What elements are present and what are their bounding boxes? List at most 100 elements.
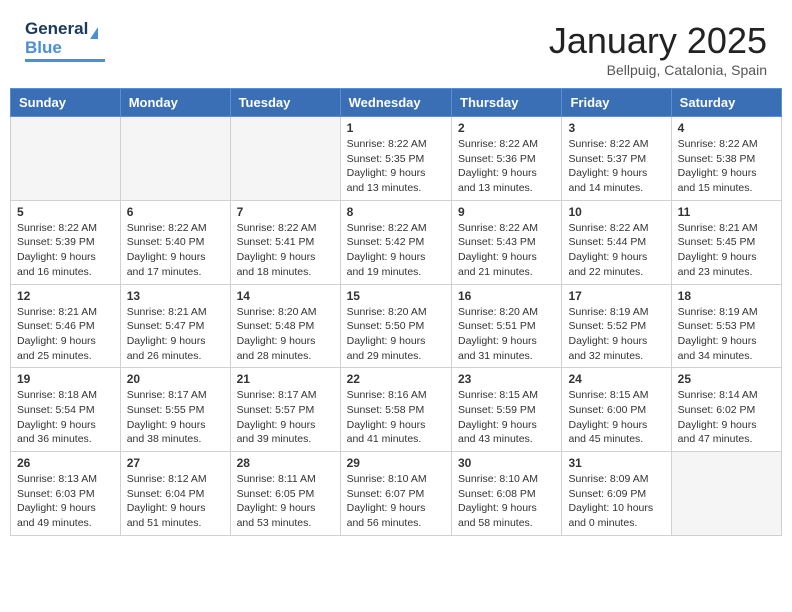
day-cell-30: 30 Sunrise: 8:10 AMSunset: 6:08 PMDayligh…	[452, 452, 562, 536]
day-info-4: Sunrise: 8:22 AMSunset: 5:38 PMDaylight:…	[678, 137, 775, 196]
day-info-24: Sunrise: 8:15 AMSunset: 6:00 PMDaylight:…	[568, 388, 664, 447]
day-number-9: 9	[458, 205, 555, 219]
day-cell-22: 22Sunrise: 8:16 AMSunset: 5:58 PMDayligh…	[340, 368, 451, 452]
day-number-21: 21	[237, 372, 334, 386]
day-cell-17: 17 Sunrise: 8:19 AMSunset: 5:52 PMDayligh…	[562, 284, 671, 368]
empty-cell	[671, 452, 781, 536]
day-cell-26: 26 Sunrise: 8:13 AMSunset: 6:03 PMDayligh…	[11, 452, 121, 536]
day-info-10: Sunrise: 8:22 AMSunset: 5:44 PMDaylight:…	[568, 221, 664, 280]
day-cell-2: 2Sunrise: 8:22 AMSunset: 5:36 PMDaylight…	[452, 117, 562, 201]
day-number-7: 7	[237, 205, 334, 219]
logo-bar	[25, 59, 105, 62]
day-cell-15: 15 Sunrise: 8:20 AMSunset: 5:50 PMDayligh…	[340, 284, 451, 368]
day-info-11: Sunrise: 8:21 AMSunset: 5:45 PMDaylight:…	[678, 221, 775, 280]
day-number-4: 4	[678, 121, 775, 135]
day-number-29: 29	[347, 456, 445, 470]
day-info-27: Sunrise: 8:12 AMSunset: 6:04 PMDaylight:…	[127, 472, 224, 531]
day-number-26: 26	[17, 456, 114, 470]
weekday-header-wednesday: Wednesday	[340, 89, 451, 117]
weekday-header-row: SundayMondayTuesdayWednesdayThursdayFrid…	[11, 89, 782, 117]
day-info-6: Sunrise: 8:22 AMSunset: 5:40 PMDaylight:…	[127, 221, 224, 280]
week-row-5: 26 Sunrise: 8:13 AMSunset: 6:03 PMDayligh…	[11, 452, 782, 536]
weekday-header-sunday: Sunday	[11, 89, 121, 117]
day-number-16: 16	[458, 289, 555, 303]
empty-cell	[11, 117, 121, 201]
week-row-3: 12Sunrise: 8:21 AMSunset: 5:46 PMDayligh…	[11, 284, 782, 368]
day-info-15: Sunrise: 8:20 AMSunset: 5:50 PMDaylight:…	[347, 305, 445, 364]
day-number-20: 20	[127, 372, 224, 386]
day-cell-12: 12Sunrise: 8:21 AMSunset: 5:46 PMDayligh…	[11, 284, 121, 368]
day-number-13: 13	[127, 289, 224, 303]
day-info-20: Sunrise: 8:17 AMSunset: 5:55 PMDaylight:…	[127, 388, 224, 447]
day-cell-24: 24 Sunrise: 8:15 AMSunset: 6:00 PMDayligh…	[562, 368, 671, 452]
day-info-21: Sunrise: 8:17 AMSunset: 5:57 PMDaylight:…	[237, 388, 334, 447]
day-number-14: 14	[237, 289, 334, 303]
day-number-17: 17	[568, 289, 664, 303]
day-cell-13: 13 Sunrise: 8:21 AMSunset: 5:47 PMDayligh…	[120, 284, 230, 368]
logo-blue-text: Blue	[25, 39, 105, 58]
title-block: January 2025 Bellpuig, Catalonia, Spain	[549, 20, 767, 78]
day-info-30: Sunrise: 8:10 AMSunset: 6:08 PMDaylight:…	[458, 472, 555, 531]
empty-cell	[230, 117, 340, 201]
month-title: January 2025	[549, 20, 767, 62]
day-number-19: 19	[17, 372, 114, 386]
day-cell-1: 1 Sunrise: 8:22 AMSunset: 5:35 PMDaylight…	[340, 117, 451, 201]
day-info-25: Sunrise: 8:14 AMSunset: 6:02 PMDaylight:…	[678, 388, 775, 447]
day-cell-21: 21 Sunrise: 8:17 AMSunset: 5:57 PMDayligh…	[230, 368, 340, 452]
day-cell-7: 7Sunrise: 8:22 AMSunset: 5:41 PMDaylight…	[230, 200, 340, 284]
location-subtitle: Bellpuig, Catalonia, Spain	[549, 62, 767, 78]
weekday-header-saturday: Saturday	[671, 89, 781, 117]
day-cell-28: 28Sunrise: 8:11 AMSunset: 6:05 PMDayligh…	[230, 452, 340, 536]
day-number-8: 8	[347, 205, 445, 219]
day-number-6: 6	[127, 205, 224, 219]
day-info-18: Sunrise: 8:19 AMSunset: 5:53 PMDaylight:…	[678, 305, 775, 364]
week-row-2: 5 Sunrise: 8:22 AMSunset: 5:39 PMDaylight…	[11, 200, 782, 284]
day-number-31: 31	[568, 456, 664, 470]
day-number-30: 30	[458, 456, 555, 470]
day-info-3: Sunrise: 8:22 AMSunset: 5:37 PMDaylight:…	[568, 137, 664, 196]
day-info-31: Sunrise: 8:09 AMSunset: 6:09 PMDaylight:…	[568, 472, 664, 531]
day-number-27: 27	[127, 456, 224, 470]
day-number-3: 3	[568, 121, 664, 135]
day-cell-23: 23 Sunrise: 8:15 AMSunset: 5:59 PMDayligh…	[452, 368, 562, 452]
day-info-19: Sunrise: 8:18 AMSunset: 5:54 PMDaylight:…	[17, 388, 114, 447]
day-cell-6: 6 Sunrise: 8:22 AMSunset: 5:40 PMDaylight…	[120, 200, 230, 284]
day-number-5: 5	[17, 205, 114, 219]
day-number-23: 23	[458, 372, 555, 386]
day-info-16: Sunrise: 8:20 AMSunset: 5:51 PMDaylight:…	[458, 305, 555, 364]
day-number-1: 1	[347, 121, 445, 135]
logo-general-text: General	[25, 20, 88, 39]
day-number-2: 2	[458, 121, 555, 135]
week-row-4: 19 Sunrise: 8:18 AMSunset: 5:54 PMDayligh…	[11, 368, 782, 452]
day-info-1: Sunrise: 8:22 AMSunset: 5:35 PMDaylight:…	[347, 137, 445, 196]
day-cell-14: 14Sunrise: 8:20 AMSunset: 5:48 PMDayligh…	[230, 284, 340, 368]
day-cell-19: 19 Sunrise: 8:18 AMSunset: 5:54 PMDayligh…	[11, 368, 121, 452]
logo: General Blue	[25, 20, 105, 65]
day-info-26: Sunrise: 8:13 AMSunset: 6:03 PMDaylight:…	[17, 472, 114, 531]
day-cell-25: 25Sunrise: 8:14 AMSunset: 6:02 PMDayligh…	[671, 368, 781, 452]
day-number-24: 24	[568, 372, 664, 386]
day-cell-18: 18Sunrise: 8:19 AMSunset: 5:53 PMDayligh…	[671, 284, 781, 368]
day-number-15: 15	[347, 289, 445, 303]
day-number-28: 28	[237, 456, 334, 470]
day-cell-31: 31 Sunrise: 8:09 AMSunset: 6:09 PMDayligh…	[562, 452, 671, 536]
day-number-10: 10	[568, 205, 664, 219]
week-row-1: 1 Sunrise: 8:22 AMSunset: 5:35 PMDaylight…	[11, 117, 782, 201]
calendar-table: SundayMondayTuesdayWednesdayThursdayFrid…	[10, 88, 782, 536]
day-info-13: Sunrise: 8:21 AMSunset: 5:47 PMDaylight:…	[127, 305, 224, 364]
day-cell-3: 3 Sunrise: 8:22 AMSunset: 5:37 PMDaylight…	[562, 117, 671, 201]
day-info-29: Sunrise: 8:10 AMSunset: 6:07 PMDaylight:…	[347, 472, 445, 531]
day-cell-29: 29 Sunrise: 8:10 AMSunset: 6:07 PMDayligh…	[340, 452, 451, 536]
day-cell-10: 10 Sunrise: 8:22 AMSunset: 5:44 PMDayligh…	[562, 200, 671, 284]
day-info-23: Sunrise: 8:15 AMSunset: 5:59 PMDaylight:…	[458, 388, 555, 447]
day-info-12: Sunrise: 8:21 AMSunset: 5:46 PMDaylight:…	[17, 305, 114, 364]
day-cell-5: 5 Sunrise: 8:22 AMSunset: 5:39 PMDaylight…	[11, 200, 121, 284]
day-cell-4: 4 Sunrise: 8:22 AMSunset: 5:38 PMDaylight…	[671, 117, 781, 201]
day-cell-16: 16 Sunrise: 8:20 AMSunset: 5:51 PMDayligh…	[452, 284, 562, 368]
day-info-22: Sunrise: 8:16 AMSunset: 5:58 PMDaylight:…	[347, 388, 445, 447]
empty-cell	[120, 117, 230, 201]
day-cell-9: 9Sunrise: 8:22 AMSunset: 5:43 PMDaylight…	[452, 200, 562, 284]
day-info-5: Sunrise: 8:22 AMSunset: 5:39 PMDaylight:…	[17, 221, 114, 280]
day-cell-11: 11Sunrise: 8:21 AMSunset: 5:45 PMDayligh…	[671, 200, 781, 284]
day-info-17: Sunrise: 8:19 AMSunset: 5:52 PMDaylight:…	[568, 305, 664, 364]
